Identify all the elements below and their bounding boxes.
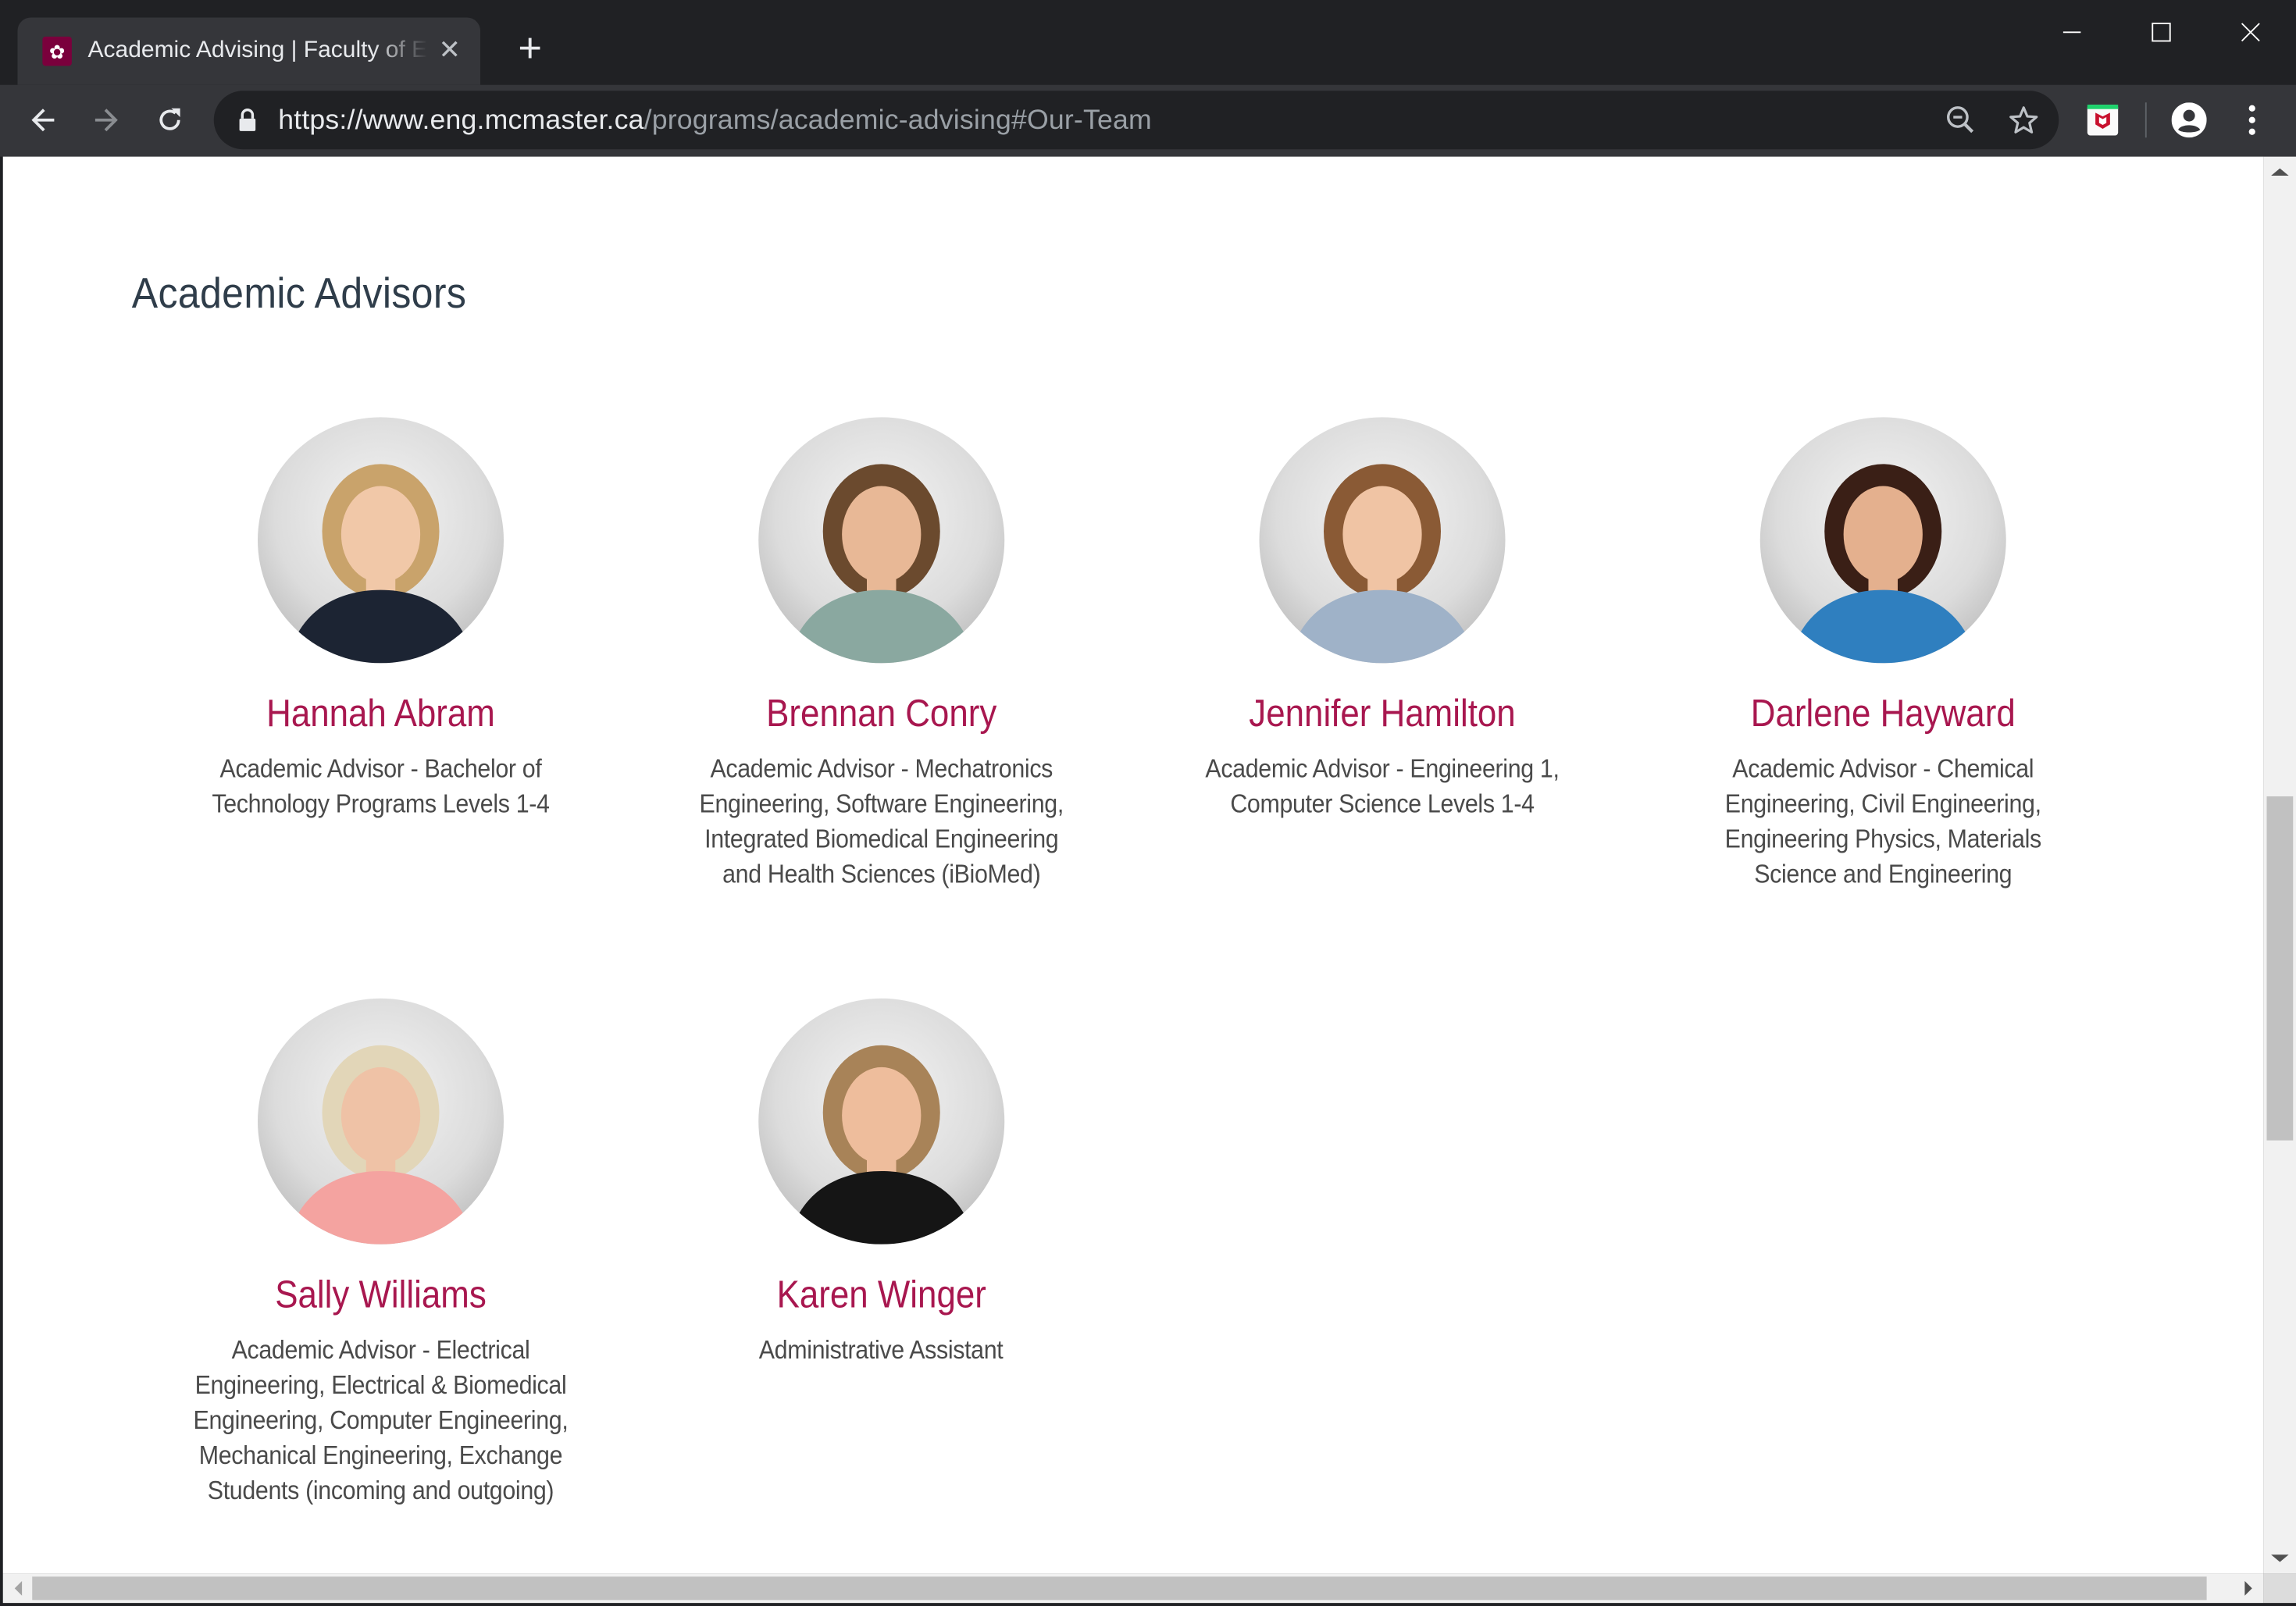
- arrow-right-icon[interactable]: [85, 100, 127, 141]
- arrow-left-icon[interactable]: [23, 100, 65, 141]
- portrait-photo: [258, 998, 504, 1245]
- browser-window: ✿ Academic Advising | Faculty of Enginee…: [0, 0, 2296, 1606]
- portrait-photo-svg: [787, 464, 975, 664]
- minimize-icon[interactable]: [2038, 12, 2105, 53]
- mcafee-icon[interactable]: [2087, 104, 2119, 136]
- toolbar-divider: [2144, 102, 2147, 138]
- advisor-card: Karen Winger Administrative Assistant: [662, 998, 1102, 1368]
- portrait-photo-svg: [1289, 464, 1476, 664]
- url-host: www.eng.mcmaster.ca: [362, 105, 644, 137]
- portrait-photo: [1259, 417, 1506, 664]
- portrait-photo-svg: [1789, 464, 1977, 664]
- advisor-role: Academic Advisor - Bachelor of Technolog…: [161, 751, 601, 821]
- portrait-photo-svg: [787, 1045, 975, 1245]
- advisor-name[interactable]: Hannah Abram: [183, 689, 578, 736]
- advisor-card: Darlene Hayward Academic Advisor - Chemi…: [1663, 417, 2103, 892]
- horizontal-scroll-thumb[interactable]: [32, 1576, 2207, 1601]
- scrollbar-corner: [2263, 1573, 2296, 1604]
- advisor-card: Sally Williams Academic Advisor - Electr…: [161, 998, 601, 1508]
- advisor-role-text: Administrative Assistant: [759, 1335, 1004, 1365]
- advisor-card: Jennifer Hamilton Academic Advisor - Eng…: [1163, 417, 1603, 821]
- lock-icon[interactable]: [237, 108, 258, 132]
- tab-academic-advising[interactable]: ✿ Academic Advising | Faculty of Enginee…: [17, 17, 480, 85]
- page-viewport: Academic Advisors Hannah Abram Academic …: [2, 156, 2264, 1574]
- portrait-photo-svg: [287, 464, 475, 664]
- advisor-role-text: Academic Advisor - Electrical Engineerin…: [193, 1335, 569, 1505]
- advisor-role: Academic Advisor - Chemical Engineering,…: [1663, 751, 2103, 892]
- advisor-card: Brennan Conry Academic Advisor - Mechatr…: [662, 417, 1102, 892]
- close-icon[interactable]: ✕: [433, 34, 465, 66]
- advisor-name[interactable]: Karen Winger: [684, 1271, 1079, 1318]
- horizontal-scrollbar[interactable]: [2, 1573, 2264, 1604]
- portrait-photo-svg: [287, 1045, 475, 1245]
- scroll-left-arrow-icon[interactable]: [14, 1581, 23, 1596]
- advisor-card: Hannah Abram Academic Advisor - Bachelor…: [161, 417, 601, 821]
- scroll-up-arrow-icon[interactable]: [2271, 168, 2289, 176]
- advisor-role: Academic Advisor - Mechatronics Engineer…: [662, 751, 1102, 892]
- advisor-role-text: Academic Advisor - Chemical Engineering,…: [1724, 753, 2042, 889]
- section-title: Academic Advisors: [131, 270, 467, 318]
- advisor-name[interactable]: Darlene Hayward: [1685, 689, 2080, 736]
- scroll-down-arrow-icon[interactable]: [2271, 1554, 2289, 1562]
- browser-toolbar: https://www.eng.mcmaster.ca/programs/aca…: [0, 84, 2296, 157]
- advisor-role-text: Academic Advisor - Engineering 1, Comput…: [1205, 753, 1560, 819]
- plus-icon[interactable]: +: [511, 27, 549, 69]
- mcmaster-crest-icon: ✿: [42, 36, 72, 66]
- close-icon[interactable]: [2217, 12, 2284, 53]
- zoom-out-icon[interactable]: [1945, 104, 1977, 136]
- advisor-role-text: Academic Advisor - Mechatronics Engineer…: [699, 753, 1064, 889]
- maximize-icon[interactable]: [2127, 12, 2194, 53]
- more-vert-icon[interactable]: [2237, 102, 2267, 137]
- vertical-scrollbar[interactable]: [2263, 156, 2296, 1574]
- vertical-scroll-thumb[interactable]: [2266, 796, 2294, 1140]
- portrait-photo: [1759, 417, 2006, 664]
- advisor-role: Administrative Assistant: [662, 1332, 1102, 1367]
- scroll-right-arrow-icon[interactable]: [2244, 1581, 2252, 1596]
- portrait-photo: [758, 998, 1005, 1245]
- advisor-role: Academic Advisor - Electrical Engineerin…: [161, 1332, 601, 1508]
- star-icon[interactable]: [2008, 104, 2040, 136]
- advisor-name[interactable]: Brennan Conry: [684, 689, 1079, 736]
- address-bar[interactable]: https://www.eng.mcmaster.ca/programs/aca…: [213, 91, 2059, 150]
- reload-icon[interactable]: [149, 100, 191, 141]
- url-path: /programs/academic-advising#Our-Team: [644, 105, 1152, 137]
- tab-strip: ✿ Academic Advising | Faculty of Enginee…: [0, 0, 2296, 85]
- advisor-role: Academic Advisor - Engineering 1, Comput…: [1163, 751, 1603, 821]
- tab-title: Academic Advising | Faculty of Engineeri…: [87, 37, 428, 63]
- advisor-name[interactable]: Jennifer Hamilton: [1185, 689, 1580, 736]
- advisor-name[interactable]: Sally Williams: [183, 1271, 578, 1318]
- url-text[interactable]: https://www.eng.mcmaster.ca/programs/aca…: [278, 105, 1152, 137]
- portrait-photo: [258, 417, 504, 664]
- advisor-role-text: Academic Advisor - Bachelor of Technolog…: [212, 753, 550, 819]
- portrait-photo: [758, 417, 1005, 664]
- account-icon[interactable]: [2171, 102, 2207, 138]
- url-scheme: https://: [278, 105, 363, 137]
